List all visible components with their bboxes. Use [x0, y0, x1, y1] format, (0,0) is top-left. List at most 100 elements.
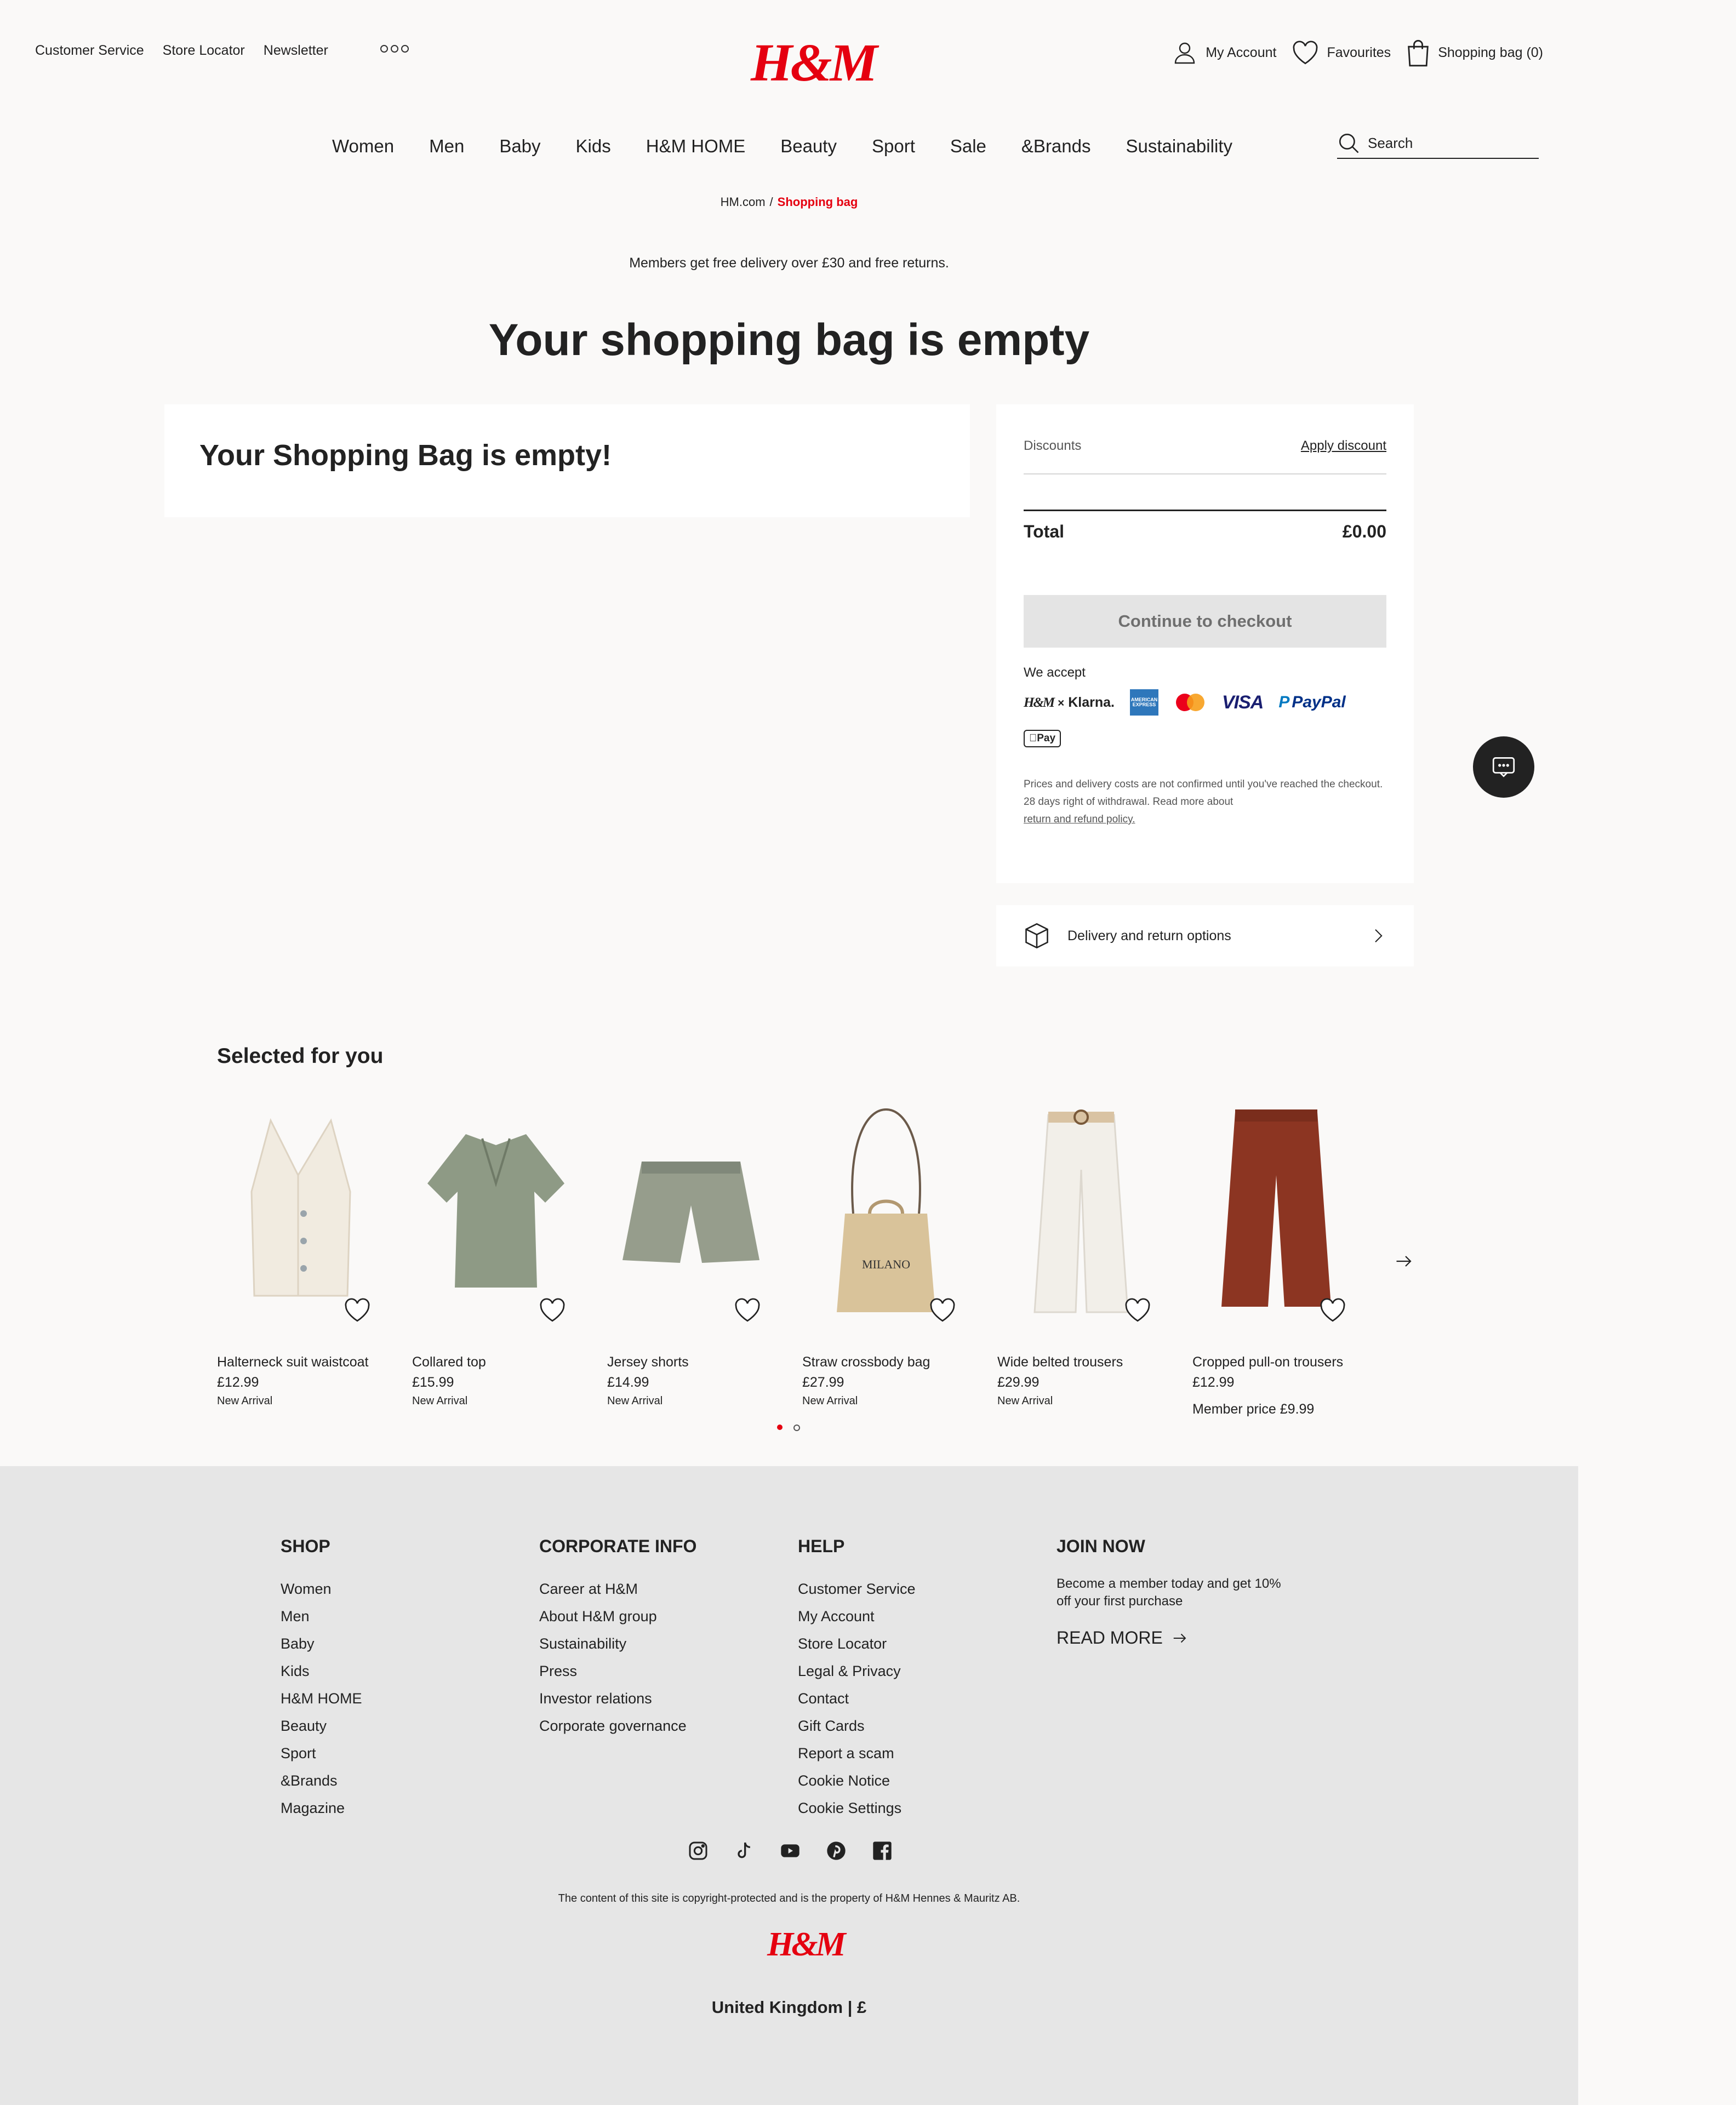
read-more-link[interactable]: READ MORE: [1057, 1628, 1287, 1648]
product-card[interactable]: Cropped pull-on trousers £12.99 Member p…: [1192, 1101, 1360, 1417]
footer-link[interactable]: Store Locator: [798, 1635, 887, 1652]
footer-link[interactable]: My Account: [798, 1608, 875, 1624]
straw-bag-image: MILANO: [837, 1108, 935, 1312]
nav-item-beauty[interactable]: Beauty: [780, 136, 837, 157]
product-name[interactable]: Collared top: [412, 1354, 580, 1370]
nav-item-baby[interactable]: Baby: [499, 136, 540, 157]
klarna-logo: H&M × Klarna.: [1024, 695, 1115, 711]
arrow-right-icon: [1173, 1633, 1186, 1643]
favourite-heart-icon[interactable]: [1318, 1296, 1347, 1324]
footer-link[interactable]: Customer Service: [798, 1581, 916, 1597]
product-image[interactable]: MILANO: [802, 1101, 970, 1322]
footer-link[interactable]: &Brands: [281, 1772, 338, 1789]
footer-link[interactable]: Sport: [281, 1745, 316, 1761]
search-input[interactable]: [1368, 134, 1532, 152]
product-name[interactable]: Cropped pull-on trousers: [1192, 1354, 1360, 1370]
footer-shop-title: SHOP: [281, 1536, 330, 1556]
nav-item-women[interactable]: Women: [332, 136, 394, 157]
product-price: £27.99: [802, 1375, 844, 1390]
favourites-link[interactable]: Favourites: [1292, 40, 1391, 65]
newsletter-link[interactable]: Newsletter: [264, 43, 328, 59]
product-badge: New Arrival: [802, 1395, 858, 1407]
customer-service-link[interactable]: Customer Service: [35, 43, 144, 59]
footer-link[interactable]: Press: [539, 1663, 577, 1679]
footer-join-title: JOIN NOW: [1057, 1536, 1145, 1556]
footer-link[interactable]: Investor relations: [539, 1690, 652, 1707]
nav-item-sustainability[interactable]: Sustainability: [1126, 136, 1232, 157]
footer-link[interactable]: Cookie Settings: [798, 1800, 901, 1816]
footer-link[interactable]: About H&M group: [539, 1608, 657, 1624]
shopping-bag-link[interactable]: Shopping bag (0): [1406, 38, 1543, 67]
product-image[interactable]: [1192, 1101, 1360, 1322]
facebook-icon[interactable]: [871, 1840, 893, 1864]
footer-link[interactable]: Men: [281, 1608, 310, 1624]
search-icon[interactable]: [1337, 131, 1360, 155]
nav-item-sale[interactable]: Sale: [950, 136, 986, 157]
product-card[interactable]: Collared top £15.99 New Arrival: [412, 1101, 580, 1417]
product-name[interactable]: Straw crossbody bag: [802, 1354, 970, 1370]
more-options-icon[interactable]: [380, 45, 409, 53]
product-image[interactable]: [607, 1101, 775, 1322]
footer-link[interactable]: Career at H&M: [539, 1581, 638, 1597]
footer-link[interactable]: H&M HOME: [281, 1690, 362, 1707]
carousel-next-arrow-icon[interactable]: [1394, 1251, 1414, 1274]
product-name[interactable]: Jersey shorts: [607, 1354, 775, 1370]
favourite-heart-icon[interactable]: [538, 1296, 567, 1324]
apply-discount-link[interactable]: Apply discount: [1301, 438, 1386, 454]
nav-item-kids[interactable]: Kids: [576, 136, 611, 157]
footer-join-column: JOIN NOW Become a member today and get 1…: [1057, 1536, 1287, 1648]
breadcrumb-home[interactable]: HM.com: [721, 195, 766, 209]
product-card[interactable]: Halterneck suit waistcoat £12.99 New Arr…: [217, 1101, 385, 1417]
carousel-dot[interactable]: [793, 1425, 800, 1431]
chat-button[interactable]: [1473, 736, 1534, 798]
carousel-dot-active[interactable]: [777, 1425, 783, 1430]
store-locator-link[interactable]: Store Locator: [163, 43, 245, 59]
account-links: My Account Favourites Shopping bag (0): [1172, 38, 1543, 67]
hm-logo[interactable]: H&M: [751, 36, 878, 90]
footer-link[interactable]: Women: [281, 1581, 332, 1597]
footer-link[interactable]: Corporate governance: [539, 1718, 687, 1734]
discounts-row: Discounts Apply discount: [1024, 438, 1386, 454]
mastercard-logo: [1174, 691, 1207, 713]
footer-link[interactable]: Report a scam: [798, 1745, 894, 1761]
footer-link[interactable]: Magazine: [281, 1800, 345, 1816]
favourite-heart-icon[interactable]: [928, 1296, 957, 1324]
my-account-link[interactable]: My Account: [1172, 39, 1276, 66]
product-card[interactable]: Wide belted trousers £29.99 New Arrival: [997, 1101, 1165, 1417]
footer-link[interactable]: Legal & Privacy: [798, 1663, 901, 1679]
favourite-heart-icon[interactable]: [733, 1296, 762, 1324]
copyright-text: The content of this site is copyright-pr…: [558, 1892, 1020, 1904]
product-card[interactable]: Jersey shorts £14.99 New Arrival: [607, 1101, 775, 1417]
delivery-options-link[interactable]: Delivery and return options: [996, 905, 1414, 966]
tiktok-icon[interactable]: [733, 1840, 755, 1864]
continue-to-checkout-button[interactable]: Continue to checkout: [1024, 595, 1386, 648]
apple-pay-logo: Pay: [1024, 730, 1061, 747]
footer-link[interactable]: Contact: [798, 1690, 849, 1707]
pinterest-icon[interactable]: [825, 1840, 847, 1864]
footer-link[interactable]: Cookie Notice: [798, 1772, 890, 1789]
product-image[interactable]: [217, 1101, 385, 1322]
product-image[interactable]: [412, 1101, 580, 1322]
return-policy-link[interactable]: return and refund policy.: [1024, 814, 1135, 825]
favourite-heart-icon[interactable]: [1123, 1296, 1152, 1324]
breadcrumb-separator: /: [769, 195, 773, 209]
nav-item-men[interactable]: Men: [429, 136, 464, 157]
footer-link[interactable]: Baby: [281, 1635, 315, 1652]
footer-link[interactable]: Sustainability: [539, 1635, 626, 1652]
instagram-icon[interactable]: [687, 1840, 709, 1864]
country-selector[interactable]: United Kingdom | £: [0, 1998, 1578, 2017]
product-name[interactable]: Wide belted trousers: [997, 1354, 1165, 1370]
product-card[interactable]: MILANO Straw crossbody bag £27.99 New Ar…: [802, 1101, 970, 1417]
footer-link[interactable]: Beauty: [281, 1718, 327, 1734]
product-image[interactable]: [997, 1101, 1165, 1322]
footer-link[interactable]: Gift Cards: [798, 1718, 865, 1734]
nav-item-sport[interactable]: Sport: [872, 136, 915, 157]
youtube-icon[interactable]: [779, 1840, 801, 1864]
product-name[interactable]: Halterneck suit waistcoat: [217, 1354, 385, 1370]
nav-item-brands[interactable]: &Brands: [1021, 136, 1091, 157]
nav-item-hm-home[interactable]: H&M HOME: [646, 136, 746, 157]
waistcoat-image: [250, 1118, 351, 1297]
favourite-heart-icon[interactable]: [343, 1296, 372, 1324]
footer-link[interactable]: Kids: [281, 1663, 310, 1679]
package-icon: [1023, 922, 1051, 950]
